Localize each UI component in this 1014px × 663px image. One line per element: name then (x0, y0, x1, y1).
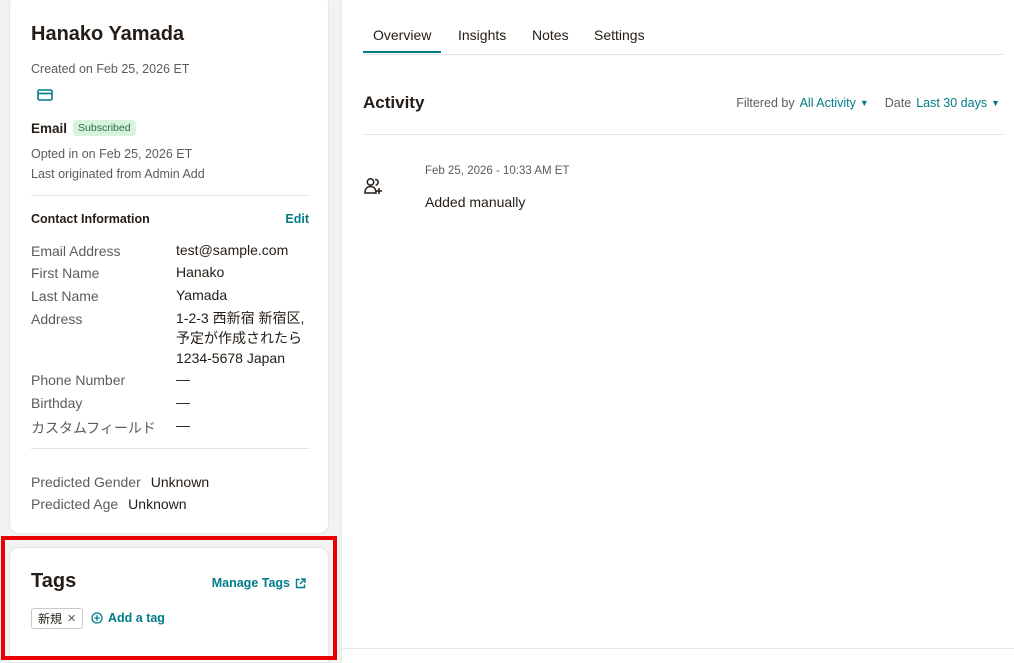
email-status-row: Email Subscribed (31, 120, 136, 136)
predicted-age-label: Predicted Age (31, 496, 119, 512)
tab-overview[interactable]: Overview (362, 27, 442, 53)
contact-info-heading: Contact Information (31, 212, 150, 226)
add-tag-label: Add a tag (108, 611, 165, 625)
add-tag-button[interactable]: Add a tag (91, 611, 165, 625)
activity-title: Activity (363, 93, 425, 112)
predicted-age-value: Unknown (128, 496, 187, 512)
predicted-gender-label: Predicted Gender (31, 474, 141, 490)
field-value-last-name: Yamada (176, 287, 228, 303)
originated-text: Last originated from Admin Add (31, 167, 205, 181)
remove-tag-icon[interactable]: ✕ (67, 612, 76, 625)
profile-card: Hanako Yamada Created on Feb 25, 2026 ET… (9, 0, 329, 534)
tags-card: Tags Manage Tags 新規 ✕ Add a tag (9, 547, 329, 663)
field-value-custom: — (176, 417, 190, 433)
date-dropdown[interactable]: Last 30 days (916, 96, 987, 110)
tags-title: Tags (31, 570, 77, 592)
divider (31, 195, 309, 196)
predicted-age-row: Predicted Age Unknown (31, 496, 187, 512)
field-label-first-name: First Name (31, 265, 100, 281)
opted-in-text: Opted in on Feb 25, 2026 ET (31, 147, 193, 161)
field-value-first-name: Hanako (176, 264, 225, 280)
field-label-email: Email Address (31, 243, 121, 259)
tab-settings[interactable]: Settings (594, 27, 645, 43)
date-label: Date (884, 96, 912, 110)
activity-timestamp: Feb 25, 2026 - 10:33 AM ET (425, 165, 570, 177)
tag-chip-label: 新規 (38, 612, 63, 626)
envelope-icon (37, 89, 53, 101)
divider (31, 448, 309, 449)
field-label-address: Address (31, 311, 83, 327)
tab-notes[interactable]: Notes (532, 27, 569, 43)
subscribed-badge: Subscribed (73, 120, 136, 136)
predicted-gender-value: Unknown (150, 474, 210, 490)
user-add-icon (364, 178, 382, 194)
manage-tags-link[interactable]: Manage Tags (212, 576, 306, 590)
field-value-birthday: — (176, 394, 190, 410)
field-value-email: test@sample.com (176, 242, 289, 258)
external-link-icon (295, 577, 306, 588)
chevron-down-icon: ▼ (991, 98, 1000, 108)
activity-description: Added manually (425, 194, 526, 210)
created-on-text: Created on Feb 25, 2026 ET (31, 62, 190, 76)
divider (363, 134, 1004, 135)
field-label-birthday: Birthday (31, 395, 83, 411)
field-label-last-name: Last Name (31, 288, 99, 304)
tab-insights[interactable]: Insights (458, 27, 506, 43)
field-label-custom: カスタムフィールド (31, 420, 156, 436)
tab-bar: Overview Insights Notes Settings (362, 0, 1004, 55)
divider (342, 648, 1014, 649)
main-panel: Overview Insights Notes Settings Activit… (341, 0, 1014, 663)
filter-dropdown[interactable]: All Activity (800, 96, 856, 110)
field-value-phone: — (176, 371, 190, 387)
contact-sidebar: Hanako Yamada Created on Feb 25, 2026 ET… (0, 0, 340, 663)
filter-label: Filtered by (736, 96, 795, 110)
email-label: Email (31, 120, 68, 136)
edit-contact-link[interactable]: Edit (285, 212, 309, 226)
predicted-gender-row: Predicted Gender Unknown (31, 474, 209, 490)
field-value-address-line-1: 1-2-3 西新宿 新宿区, (176, 310, 305, 326)
chevron-down-icon: ▼ (859, 98, 869, 108)
field-label-phone: Phone Number (31, 372, 126, 388)
tag-chip: 新規 ✕ (31, 608, 84, 629)
field-value-address-line-2: 予定が作成されたら (176, 330, 302, 346)
contact-name: Hanako Yamada (31, 23, 185, 45)
activity-filters: Filtered by All Activity ▼ Date Last 30 … (736, 96, 1000, 110)
field-value-address-line-3: 1234-5678 Japan (176, 350, 285, 366)
plus-circle-icon (91, 612, 103, 624)
manage-tags-label: Manage Tags (211, 576, 290, 590)
